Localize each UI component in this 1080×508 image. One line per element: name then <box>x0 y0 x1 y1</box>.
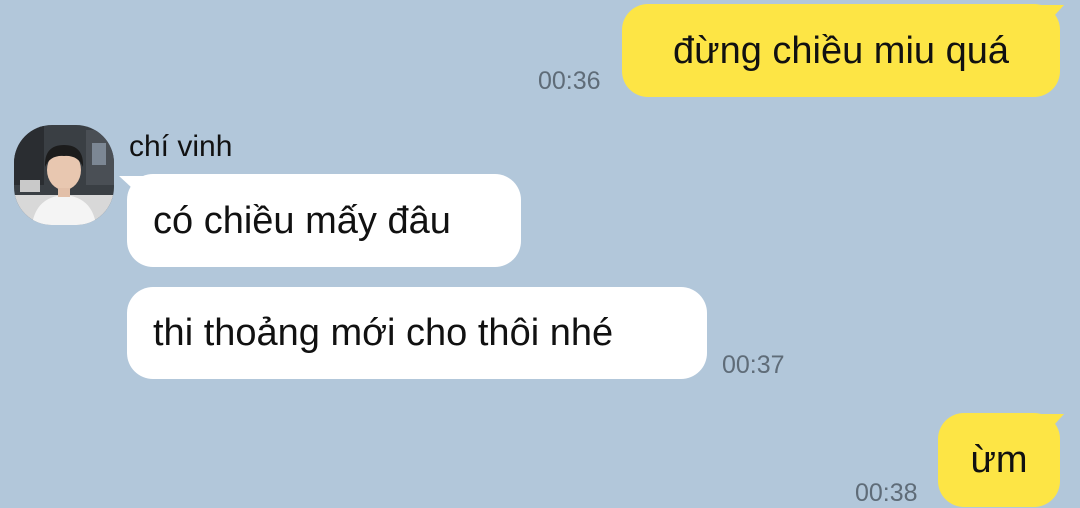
chat-thread: 00:36 đừng chiều miu quá chí vinh có chi… <box>0 0 1080 508</box>
outgoing-message-bubble[interactable]: ừm <box>938 413 1060 507</box>
incoming-message-bubble[interactable]: có chiều mấy đâu <box>127 174 521 267</box>
message-text: thi thoảng mới cho thôi nhé <box>153 312 614 354</box>
message-text: có chiều mấy đâu <box>153 199 451 242</box>
message-timestamp: 00:37 <box>722 351 785 379</box>
message-text: ừm <box>970 439 1028 481</box>
outgoing-message-bubble[interactable]: đừng chiều miu quá <box>622 4 1060 97</box>
message-text: đừng chiều miu quá <box>673 29 1009 72</box>
sender-name: chí vinh <box>129 130 233 163</box>
avatar[interactable] <box>14 125 114 225</box>
message-timestamp: 00:36 <box>538 67 601 95</box>
avatar-photo-icon <box>14 125 114 225</box>
message-timestamp: 00:38 <box>855 479 918 507</box>
incoming-message-bubble[interactable]: thi thoảng mới cho thôi nhé <box>127 287 707 379</box>
